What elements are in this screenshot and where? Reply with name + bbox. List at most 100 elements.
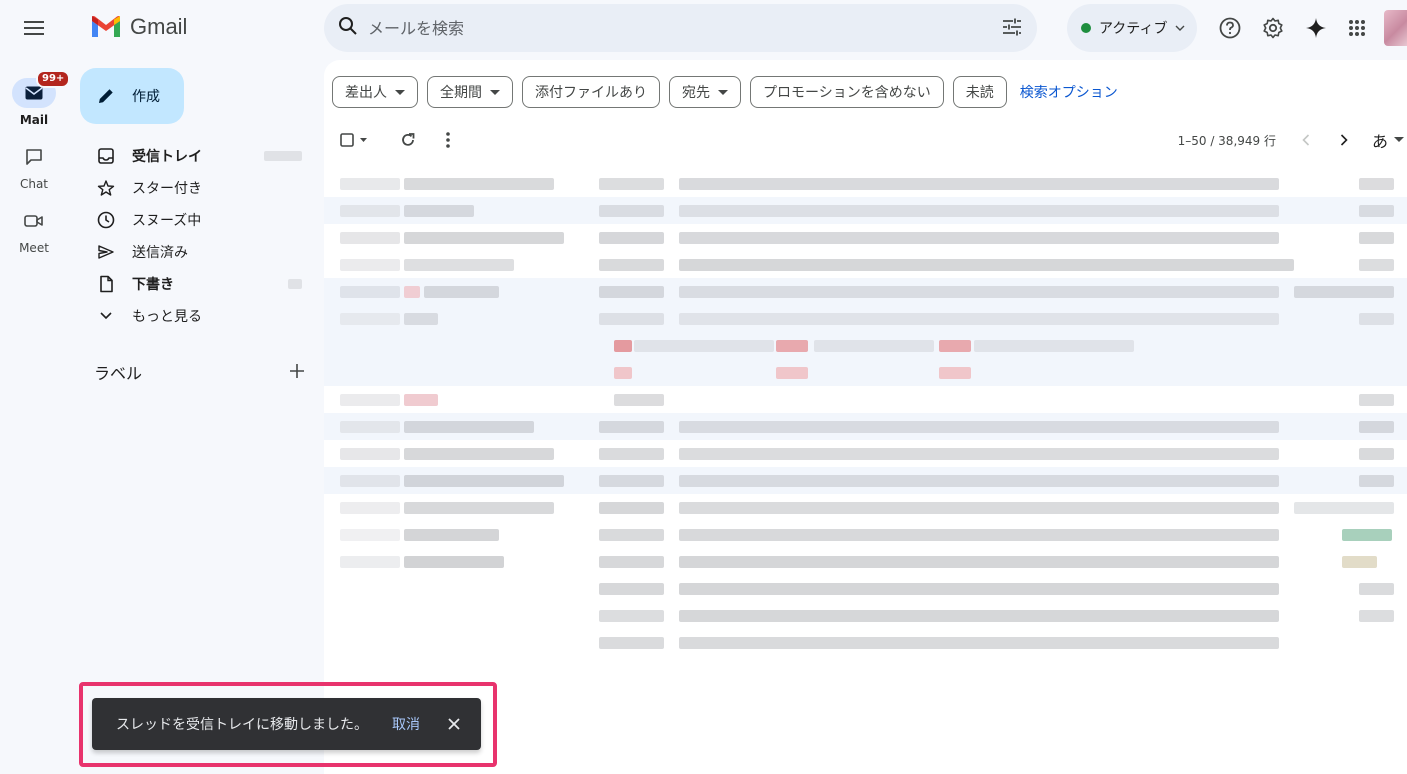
email-row[interactable]	[324, 413, 1407, 440]
caret-down-icon	[490, 89, 500, 95]
gmail-logo[interactable]: Gmail	[90, 14, 187, 40]
select-all-checkbox[interactable]	[334, 124, 374, 156]
chevron-right-icon	[1340, 134, 1348, 146]
search-options-button[interactable]	[1001, 16, 1023, 42]
prev-page-button[interactable]	[1290, 124, 1322, 156]
gmail-m-icon	[92, 16, 120, 37]
unread-badge: 99+	[36, 70, 71, 88]
search-button[interactable]	[338, 16, 358, 40]
sidebar-item-label: 送信済み	[132, 245, 188, 261]
email-row[interactable]	[324, 602, 1407, 629]
email-list	[324, 170, 1407, 656]
rail-item-mail[interactable]: 99+ Mail	[0, 70, 71, 127]
search-bar	[324, 4, 1037, 52]
draft-icon	[96, 274, 116, 294]
email-row[interactable]	[324, 386, 1407, 413]
main-panel: 差出人 全期間 添付ファイルあり 宛先 プロモーションを含めない 未読 検索オプ…	[324, 60, 1407, 774]
sidebar-item-snoozed[interactable]: スヌーズ中	[68, 204, 324, 236]
apps-grid-icon	[1349, 20, 1365, 36]
rail-item-meet[interactable]: Meet	[0, 206, 68, 255]
sidebar-item-label: 下書き	[132, 277, 174, 293]
compose-button[interactable]: 作成	[80, 68, 184, 124]
chat-icon	[12, 142, 56, 172]
clock-icon	[96, 210, 116, 230]
chip-label: 未読	[965, 85, 994, 101]
mail-icon: 99+	[12, 70, 71, 108]
video-icon	[12, 206, 56, 236]
sidebar-item-more[interactable]: もっと見る	[68, 300, 324, 332]
email-row[interactable]	[324, 305, 1407, 332]
star-icon	[96, 178, 116, 198]
email-row[interactable]	[324, 251, 1407, 278]
email-row[interactable]	[324, 359, 1407, 386]
pagination: 1–50 / 38,949 行 あ	[1178, 124, 1404, 156]
email-row[interactable]	[324, 467, 1407, 494]
filter-chip-unread[interactable]: 未読	[952, 76, 1007, 108]
email-row[interactable]	[324, 197, 1407, 224]
sidebar-item-label: スター付き	[132, 181, 202, 197]
checkbox-icon	[340, 133, 367, 147]
sidebar-item-sent[interactable]: 送信済み	[68, 236, 324, 268]
search-input[interactable]	[368, 18, 968, 38]
add-label-button[interactable]	[290, 363, 304, 382]
compose-label: 作成	[132, 89, 160, 105]
rail-label-chat: Chat	[19, 177, 49, 191]
chevron-down-icon	[1175, 25, 1185, 31]
sidebar-item-starred[interactable]: スター付き	[68, 172, 324, 204]
refresh-button[interactable]	[392, 124, 424, 156]
drafts-count	[288, 279, 302, 289]
email-row[interactable]	[324, 629, 1407, 656]
app-rail: 99+ Mail Chat Meet	[0, 0, 71, 774]
next-page-button[interactable]	[1328, 124, 1360, 156]
menu-icon	[24, 21, 44, 35]
rail-item-chat[interactable]: Chat	[0, 142, 68, 191]
highlight-annotation	[79, 682, 497, 767]
email-row[interactable]	[324, 575, 1407, 602]
active-status-dot	[1081, 23, 1091, 33]
filter-chip-to[interactable]: 宛先	[669, 76, 741, 108]
caret-down-icon	[1394, 137, 1404, 142]
refresh-icon	[402, 133, 415, 146]
sidebar-item-label: もっと見る	[132, 309, 202, 325]
input-tools-button[interactable]: あ	[1372, 128, 1404, 152]
email-row[interactable]	[324, 278, 1407, 305]
advanced-search-link[interactable]: 検索オプション	[1020, 82, 1118, 102]
status-selector[interactable]: アクティブ	[1067, 4, 1197, 52]
pencil-icon	[99, 89, 113, 103]
page-range: 1–50 / 38,949 行	[1177, 133, 1276, 148]
more-actions-button[interactable]	[432, 124, 464, 156]
email-row[interactable]	[324, 170, 1407, 197]
sparkle-icon	[1306, 18, 1326, 38]
sidebar-item-label: スヌーズ中	[132, 213, 202, 229]
inbox-icon	[96, 146, 116, 166]
apps-button[interactable]	[1337, 8, 1377, 48]
list-toolbar: 1–50 / 38,949 行 あ	[334, 124, 1404, 156]
settings-button[interactable]	[1253, 8, 1293, 48]
search-icon	[339, 17, 357, 35]
labels-heading: ラベル	[94, 364, 143, 383]
email-row[interactable]	[324, 224, 1407, 251]
email-row[interactable]	[324, 332, 1407, 359]
filter-chip-exclude-promotions[interactable]: プロモーションを含めない	[750, 76, 944, 108]
search-filter-chips: 差出人 全期間 添付ファイルあり 宛先 プロモーションを含めない 未読 検索オプ…	[332, 76, 1118, 108]
filter-chip-any-time[interactable]: 全期間	[427, 76, 513, 108]
account-avatar[interactable]	[1384, 10, 1407, 46]
sidebar-item-drafts[interactable]: 下書き	[68, 268, 324, 300]
rail-label-meet: Meet	[19, 241, 49, 255]
sidebar-item-inbox[interactable]: 受信トレイ	[68, 140, 324, 172]
filter-chip-has-attachment[interactable]: 添付ファイルあり	[522, 76, 660, 108]
email-row[interactable]	[324, 548, 1407, 575]
filter-chip-from[interactable]: 差出人	[332, 76, 418, 108]
email-row[interactable]	[324, 521, 1407, 548]
sidebar: Gmail 作成 受信トレイ スター付き スヌーズ中 送信済み 下書き もっと見…	[68, 0, 324, 774]
rail-label-mail: Mail	[19, 113, 49, 127]
chip-label: 差出人	[345, 85, 387, 101]
main-menu-button[interactable]	[14, 8, 54, 48]
gemini-button[interactable]	[1296, 8, 1336, 48]
tune-icon	[1003, 18, 1021, 36]
email-row[interactable]	[324, 440, 1407, 467]
caret-down-icon	[718, 89, 728, 95]
caret-down-icon	[395, 89, 405, 95]
email-row[interactable]	[324, 494, 1407, 521]
support-button[interactable]	[1210, 8, 1250, 48]
